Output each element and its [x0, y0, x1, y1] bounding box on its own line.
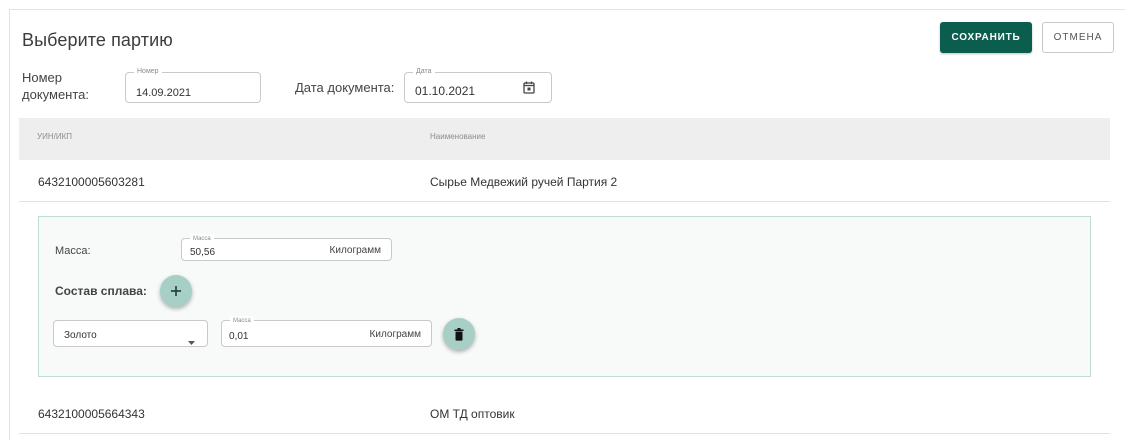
mass-floating-label: Масса [190, 234, 214, 244]
mass-value: 50,56 [190, 247, 216, 258]
cancel-button[interactable]: ОТМЕНА [1042, 22, 1114, 53]
row-uin: 6432100005664343 [38, 407, 145, 421]
column-header-uin: УИН/ИКП [37, 132, 72, 141]
doc-date-field[interactable]: Дата 01.10.2021 [404, 67, 552, 103]
save-button[interactable]: СОХРАНИТЬ [940, 22, 1032, 53]
row-name: Сырье Медвежий ручей Партия 2 [430, 175, 618, 189]
trash-icon [454, 327, 464, 341]
plus-icon [171, 286, 181, 296]
alloy-mass-field[interactable]: Масса 0,01 Килограмм [221, 316, 432, 347]
table-row[interactable]: 6432100005664343 ОМ ТД оптовик [19, 393, 1110, 434]
mass-field[interactable]: Масса 50,56 Килограмм [181, 234, 392, 261]
delete-alloy-button[interactable] [443, 318, 475, 350]
alloy-mass-value: 0,01 [229, 331, 249, 342]
row-name: ОМ ТД оптовик [430, 407, 515, 421]
metal-select[interactable]: Золото [53, 320, 208, 347]
metal-select-value: Золото [64, 330, 97, 341]
doc-number-floating-label: Номер [134, 67, 162, 77]
add-alloy-button[interactable] [160, 275, 192, 307]
batch-detail-panel: Масса: Масса 50,56 Килограмм Состав спла… [38, 216, 1091, 377]
page-title: Выберите партию [22, 30, 173, 50]
mass-label: Масса: [55, 245, 91, 257]
mass-unit: Килограмм [329, 245, 381, 256]
doc-date-label: Дата документа: [295, 80, 395, 95]
doc-number-label-line2: документа: [22, 87, 89, 102]
table-row[interactable]: 6432100005603281 Сырье Медвежий ручей Па… [19, 160, 1110, 202]
calendar-icon[interactable] [523, 81, 535, 99]
doc-number-label-line1: Номер [22, 70, 63, 85]
doc-number-value: 14.09.2021 [136, 87, 192, 99]
dropdown-arrow-icon [188, 332, 195, 350]
alloy-mass-unit: Килограмм [369, 329, 421, 340]
doc-number-label: Номер документа: [22, 69, 89, 103]
table-header: УИН/ИКП Наименование [19, 118, 1110, 160]
alloy-mass-floating-label: Масса [230, 316, 254, 326]
alloy-composition-label: Состав сплава: [55, 284, 147, 298]
column-header-name: Наименование [430, 132, 486, 141]
doc-date-floating-label: Дата [413, 67, 435, 77]
row-uin: 6432100005603281 [38, 175, 145, 189]
doc-date-value: 01.10.2021 [415, 84, 476, 98]
doc-number-field[interactable]: Номер 14.09.2021 [125, 67, 261, 103]
